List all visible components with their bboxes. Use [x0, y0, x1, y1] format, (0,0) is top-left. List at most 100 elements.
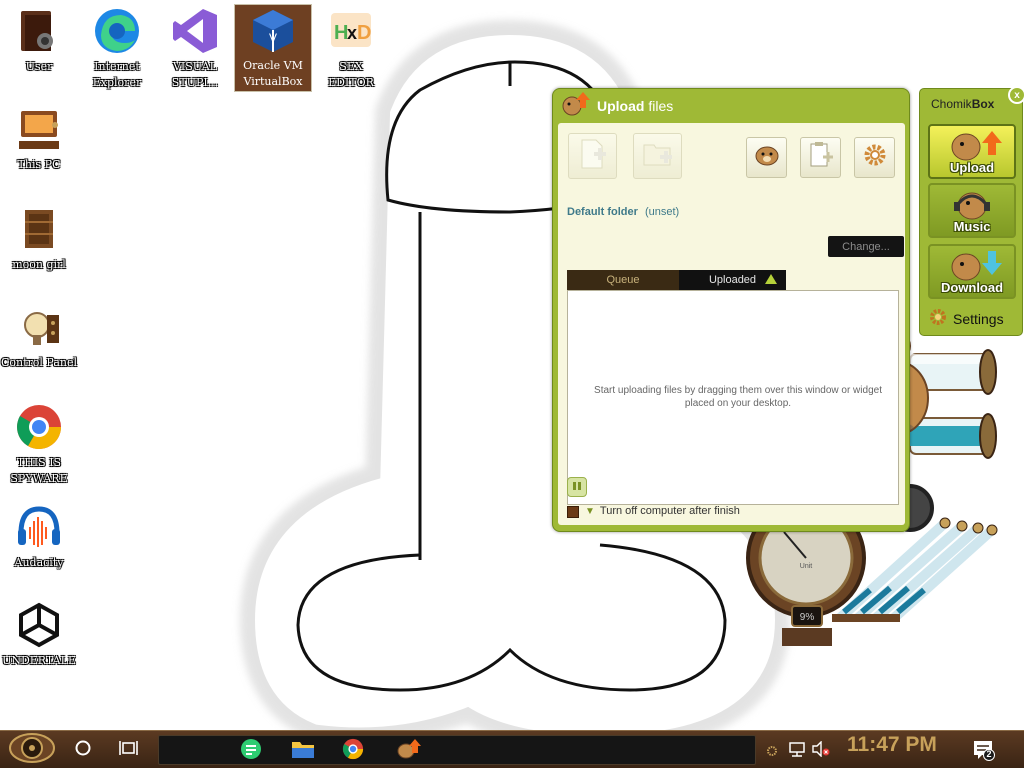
start-button[interactable]	[6, 732, 58, 768]
desktop-icon-visual-studio[interactable]: VISUAL STUPI...	[156, 6, 234, 91]
tab-uploaded[interactable]: Uploaded	[679, 270, 786, 290]
notification-icon	[972, 741, 996, 765]
turn-off-checkbox[interactable]	[567, 506, 579, 518]
taskbar-app-chrome[interactable]	[339, 738, 367, 764]
audacity-icon	[14, 502, 64, 552]
desktop-icon-internet-explorer[interactable]: Internet Explorer	[78, 6, 156, 91]
notes-icon	[240, 738, 262, 765]
music-button-label: Music	[953, 219, 991, 234]
gear-icon	[863, 143, 887, 172]
desktop-icon-hxd[interactable]: HxD SEX EDITOR	[312, 6, 390, 91]
gear-icon	[929, 308, 947, 329]
desktop-icon-label: VISUAL STUPI...	[171, 60, 219, 89]
svg-text:x: x	[347, 23, 357, 43]
add-folder-icon	[642, 139, 674, 174]
tab-uploaded-label: Uploaded	[708, 274, 757, 286]
upload-window-titlebar[interactable]: Upload files	[553, 89, 909, 123]
desktop-icon-label: Oracle VM VirtualBox	[243, 59, 303, 88]
control-panel-icon	[14, 302, 64, 352]
taskbar-clock[interactable]: 11:47 PM	[847, 733, 937, 757]
taskbar-app-chomikbox[interactable]	[395, 738, 423, 764]
steampunk-start-icon	[8, 732, 56, 768]
desktop-icon-label: This PC	[17, 158, 61, 171]
desktop-icon-label: Audacity	[14, 556, 64, 569]
volume-muted-icon[interactable]	[812, 740, 830, 762]
clipboard-add-button[interactable]	[800, 137, 841, 178]
gauge-percent: 9%	[800, 612, 815, 623]
turn-off-option[interactable]: ▼ Turn off computer after finish	[585, 505, 740, 517]
edge-icon	[92, 6, 142, 56]
tray-gear-icon[interactable]	[766, 744, 778, 762]
chomikbox-settings-button[interactable]: Settings	[929, 308, 1004, 329]
virtualbox-icon: V	[248, 5, 298, 55]
taskbar-apps	[158, 735, 756, 765]
chomikbox-upload-button[interactable]: Upload	[928, 124, 1016, 179]
taskbar-app-file-explorer[interactable]	[289, 738, 317, 764]
default-folder-label: Default folder	[567, 206, 638, 218]
desktop-icon-this-pc[interactable]: This PC	[0, 104, 78, 173]
upload-window-title: Upload files	[597, 98, 673, 114]
desktop-icon-label: User	[25, 60, 53, 73]
chomik-icon	[753, 143, 781, 172]
desktop-icon-label: moon girl	[12, 258, 66, 271]
change-folder-button[interactable]: Change...	[828, 236, 904, 257]
file-explorer-icon	[291, 738, 315, 765]
svg-text:Unit: Unit	[800, 563, 813, 570]
chrome-icon	[14, 402, 64, 452]
notification-center-button[interactable]: 2	[972, 739, 996, 766]
desktop-icon-label: THIS IS SPYWARE	[10, 456, 68, 485]
notification-count: 2	[986, 749, 992, 759]
default-folder-info: Default folder (unset)	[567, 206, 679, 218]
desktop-icon-label: Internet Explorer	[92, 60, 142, 89]
default-folder-value: (unset)	[644, 206, 680, 218]
taskbar-app-notes[interactable]	[237, 738, 265, 764]
task-view-button[interactable]	[116, 739, 142, 761]
desktop-icon-label: UNDERTALE	[2, 654, 76, 667]
chomikbox-music-button[interactable]: Music	[928, 183, 1016, 238]
steampunk-tube	[909, 413, 997, 459]
desktop-icon-undertale[interactable]: UNDERTALE	[0, 600, 78, 669]
unity-icon	[14, 600, 64, 650]
pause-button[interactable]	[567, 477, 587, 497]
crate-icon	[14, 204, 64, 254]
tab-queue[interactable]: Queue	[567, 270, 679, 290]
desktop-icon-virtualbox[interactable]: V Oracle VM VirtualBox	[234, 4, 312, 92]
triangle-down-icon: ▼	[585, 506, 595, 517]
upload-files-window[interactable]: Upload files Default folder (unset) Chan…	[552, 88, 910, 532]
chomikbox-icon	[396, 738, 422, 765]
chomikbox-title-light: Chomik	[931, 97, 972, 111]
chomikbox-close-button[interactable]: x	[1008, 86, 1024, 104]
add-files-button[interactable]	[568, 133, 617, 179]
chomikbox-widget[interactable]: ChomikBox x Upload Music Download Settin…	[919, 86, 1024, 336]
visual-studio-icon	[170, 6, 220, 56]
chrome-icon	[342, 738, 364, 765]
upload-title-rest: files	[644, 98, 674, 114]
desktop-icon-moon-girl[interactable]: moon girl	[0, 204, 78, 273]
clipboard-add-icon	[808, 141, 834, 174]
queue-empty-message: Start uploading files by dragging them o…	[594, 385, 882, 409]
upload-settings-button[interactable]	[854, 137, 895, 178]
chomik-account-button[interactable]	[746, 137, 787, 178]
add-file-icon	[578, 138, 608, 175]
download-button-label: Download	[940, 280, 1004, 295]
chomikbox-download-button[interactable]: Download	[928, 244, 1016, 299]
desktop-icon-label: SEX EDITOR	[328, 60, 374, 89]
user-folder-icon	[14, 6, 64, 56]
turn-off-label: Turn off computer after finish	[599, 505, 740, 517]
desktop-icon-label: Control Panel	[0, 356, 78, 369]
search-button[interactable]	[72, 739, 94, 761]
upload-button-label: Upload	[949, 160, 995, 175]
desktop-icon-control-panel[interactable]: Control Panel	[0, 302, 78, 371]
upload-window-body: Default folder (unset) Change... Queue U…	[558, 123, 905, 525]
hxd-icon: HxD	[326, 6, 376, 56]
upload-queue-list[interactable]: Start uploading files by dragging them o…	[567, 290, 899, 505]
task-view-icon	[119, 739, 139, 762]
desktop-icon-audacity[interactable]: Audacity	[0, 502, 78, 571]
chomikbox-settings-label: Settings	[953, 310, 1004, 327]
pause-icon	[572, 478, 582, 496]
desktop-icon-user[interactable]: User	[0, 6, 78, 75]
network-icon[interactable]	[788, 741, 806, 762]
chomikbox-title-bold: Box	[971, 97, 995, 111]
add-folder-button[interactable]	[633, 133, 682, 179]
desktop-icon-chrome[interactable]: THIS IS SPYWARE	[0, 402, 78, 487]
